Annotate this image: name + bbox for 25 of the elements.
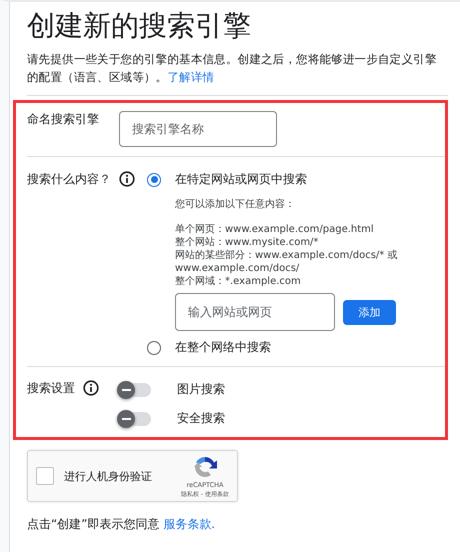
website-field[interactable]: 输入网站或网页	[175, 293, 335, 331]
toggle-switch[interactable]	[119, 412, 151, 426]
toggle-label: 安全搜索	[177, 410, 225, 427]
hint-text: 您可以添加以下任意内容： 单个网页：www.example.com/page.html 整个网站：www.mysite.com/* 网站的某些部分：www.example.com/docs/* 或 www.example.com/docs/ 整个网域：*.example.com	[175, 198, 398, 288]
learn-more-link[interactable]: 了解详情	[167, 70, 214, 84]
field-label: 命名搜索引擎	[27, 111, 99, 128]
terms-text: 点击“创建”即表示您同意 服务条款.	[27, 516, 216, 533]
radio-label: 在整个网络中搜索	[175, 339, 271, 356]
radio-label: 在特定网站或网页中搜索	[175, 171, 307, 188]
radio-button[interactable]	[147, 340, 161, 354]
page-title: 创建新的搜索引擎	[27, 10, 252, 42]
engine-name-field[interactable]: 搜索引擎名称	[119, 111, 277, 147]
captcha-label: 进行人机身份验证	[64, 468, 153, 484]
intro-text: 请先提供一些关于您的引擎的基本信息。创建之后，您将能够进一步自定义引擎的配置（语言、区域等）。了解详情	[27, 50, 448, 96]
terms-link[interactable]: 服务条款.	[163, 517, 216, 531]
radio-button[interactable]	[147, 172, 161, 186]
toggle-switch[interactable]	[119, 382, 151, 396]
recaptcha-logo-icon	[191, 454, 220, 480]
captcha-checkbox[interactable]	[36, 467, 54, 485]
toggle-label: 图片搜索	[177, 381, 225, 398]
info-icon[interactable]	[83, 380, 99, 396]
info-icon[interactable]	[119, 171, 135, 187]
field-label: 搜索什么内容？	[27, 171, 111, 188]
field-label: 搜索设置	[27, 380, 75, 397]
add-button[interactable]: 添加	[343, 300, 396, 324]
